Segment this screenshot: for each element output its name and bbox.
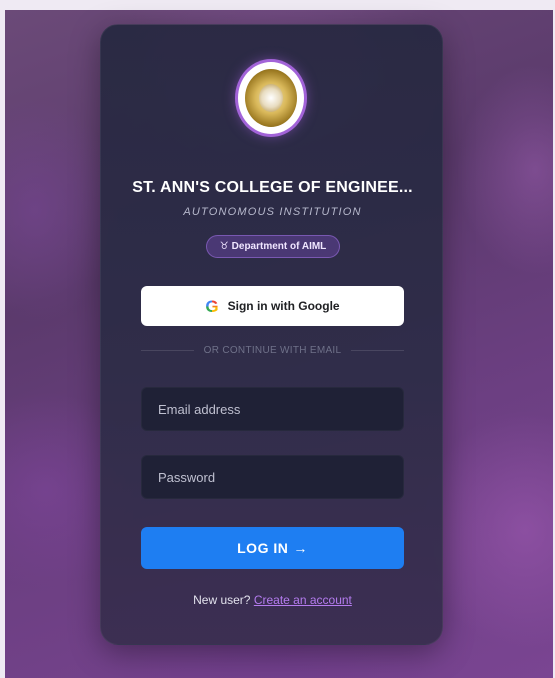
google-icon: G <box>205 296 219 316</box>
college-logo <box>238 62 304 134</box>
password-input[interactable] <box>141 455 404 499</box>
arrow-right-icon: → <box>293 540 308 556</box>
google-signin-label: Sign in with Google <box>227 299 340 313</box>
divider-text: OR CONTINUE WITH EMAIL <box>203 345 342 356</box>
signup-prompt: New user? Create an account <box>101 593 444 607</box>
login-label: LOG IN <box>237 540 289 556</box>
login-button[interactable]: LOG IN → <box>141 527 404 569</box>
microscope-icon: ♉ <box>219 241 229 252</box>
college-name: ST. ANN'S COLLEGE OF ENGINEE... <box>132 179 413 196</box>
college-subtitle: AUTONOMOUS INSTITUTION <box>183 206 362 218</box>
new-user-text: New user? <box>193 593 251 607</box>
google-signin-button[interactable]: G Sign in with Google <box>141 286 404 326</box>
department-badge: ♉ Department of AIML <box>206 235 340 258</box>
college-seal-icon <box>245 69 297 127</box>
create-account-link[interactable]: Create an account <box>254 593 352 607</box>
divider-line-left <box>141 350 194 351</box>
login-card: ST. ANN'S COLLEGE OF ENGINEE... AUTONOMO… <box>100 24 443 645</box>
divider-line-right <box>351 350 404 351</box>
department-label: Department of AIML <box>231 241 327 252</box>
email-input[interactable] <box>141 387 404 431</box>
email-divider: OR CONTINUE WITH EMAIL <box>141 345 404 356</box>
